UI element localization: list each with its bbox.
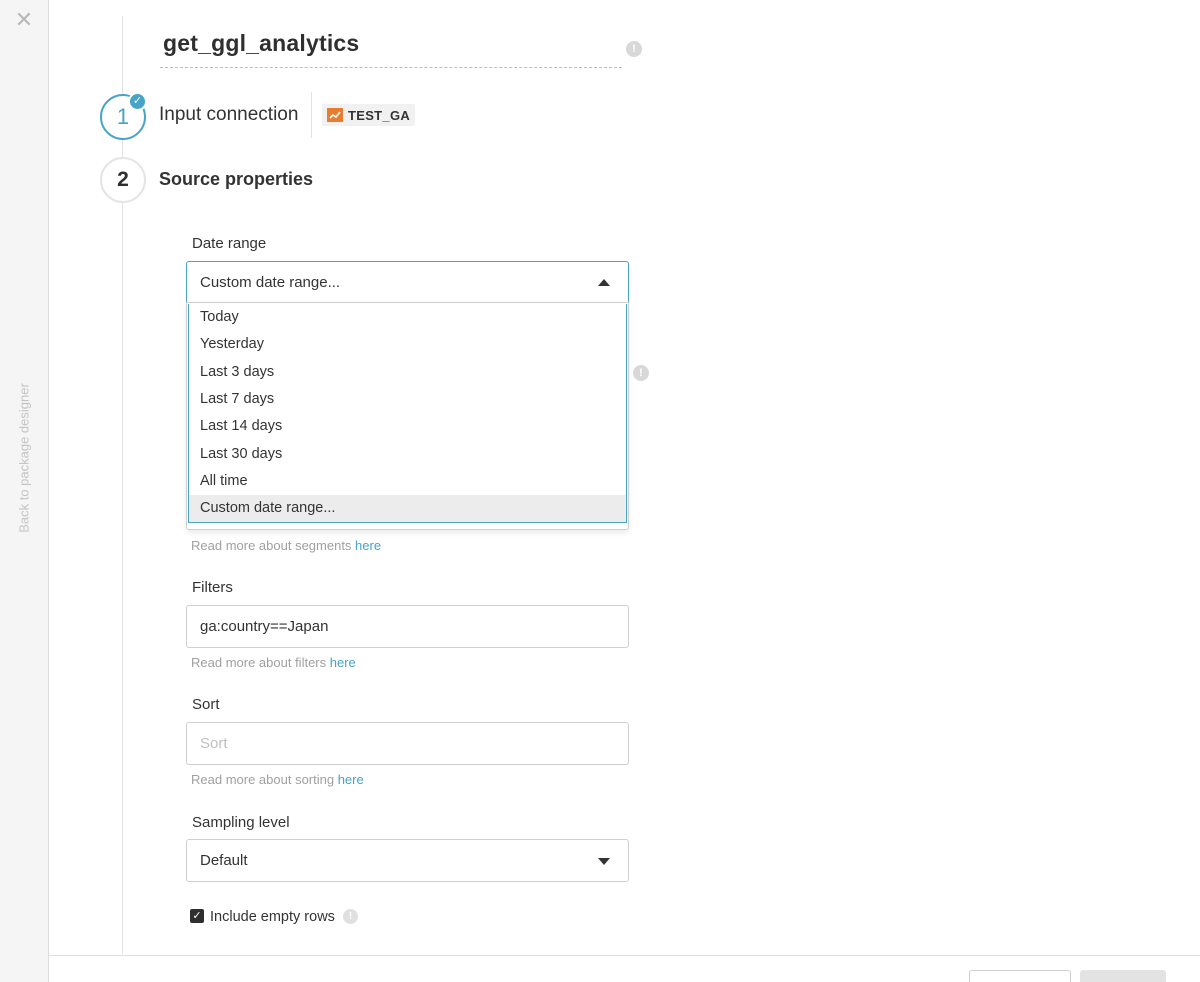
dropdown-option-last-30-days[interactable]: Last 30 days [189,441,626,468]
back-to-package-designer-link[interactable]: Back to package designer [17,383,32,533]
segments-help-link[interactable]: here [355,538,381,553]
date-range-label: Date range [192,235,267,252]
segments-helper-text: Read more about segments [191,538,356,553]
connection-badge[interactable]: TEST_GA [322,104,416,126]
step-2-circle[interactable]: 2 [100,157,146,203]
dropdown-option-all-time[interactable]: All time [189,468,626,495]
include-empty-rows-label[interactable]: Include empty rows [210,909,335,925]
step-1-label[interactable]: Input connection [159,104,298,126]
side-rail: ✕ Back to package designer [0,0,49,982]
filters-input[interactable]: ga:country==Japan [186,605,629,648]
date-range-value: Custom date range... [200,274,341,291]
sampling-level-label: Sampling level [192,814,290,831]
date-range-select[interactable]: Custom date range... [186,261,629,304]
step-1-number: 1 [116,104,130,129]
dropdown-option-custom-date-range[interactable]: Custom date range... [189,495,626,522]
connection-name: TEST_GA [348,107,411,123]
primary-button[interactable] [1080,970,1166,982]
caret-down-icon [598,858,610,865]
info-icon[interactable]: ! [343,909,358,924]
component-title[interactable]: get_ggl_analytics [160,30,622,57]
info-icon[interactable]: ! [633,365,649,381]
dropdown-option-last-3-days[interactable]: Last 3 days [189,359,626,386]
sampling-level-value: Default [200,852,248,869]
filters-helper: Read more about filters here [191,655,356,670]
step-2-label[interactable]: Source properties [159,169,313,190]
dropdown-option-last-7-days[interactable]: Last 7 days [189,386,626,413]
step-2-number: 2 [117,168,129,191]
include-empty-rows-checkbox[interactable]: ✓ [190,909,204,923]
close-icon[interactable]: ✕ [14,9,34,31]
sort-helper: Read more about sorting here [191,772,364,787]
title-field[interactable]: get_ggl_analytics [160,30,622,68]
divider [311,92,312,138]
filters-helper-text: Read more about filters [191,655,330,670]
secondary-button[interactable] [969,970,1071,982]
filters-label: Filters [192,579,233,596]
info-icon[interactable]: ! [626,41,642,57]
sampling-level-select[interactable]: Default [186,839,629,882]
date-range-dropdown: Today Yesterday Last 3 days Last 7 days … [186,302,629,530]
sort-help-link[interactable]: here [338,772,364,787]
sort-label: Sort [192,696,220,713]
check-icon: ✓ [128,92,147,111]
segments-helper: Read more about segments here [191,538,381,553]
dropdown-option-last-14-days[interactable]: Last 14 days [189,413,626,440]
sort-input[interactable]: Sort [186,722,629,765]
filters-value: ga:country==Japan [200,618,329,635]
sort-helper-text: Read more about sorting [191,772,338,787]
caret-up-icon [598,279,610,286]
dropdown-option-yesterday[interactable]: Yesterday [189,331,626,358]
dropdown-option-today[interactable]: Today [189,304,626,331]
sort-placeholder: Sort [200,735,228,752]
filters-help-link[interactable]: here [330,655,356,670]
chart-line-icon [327,108,343,122]
